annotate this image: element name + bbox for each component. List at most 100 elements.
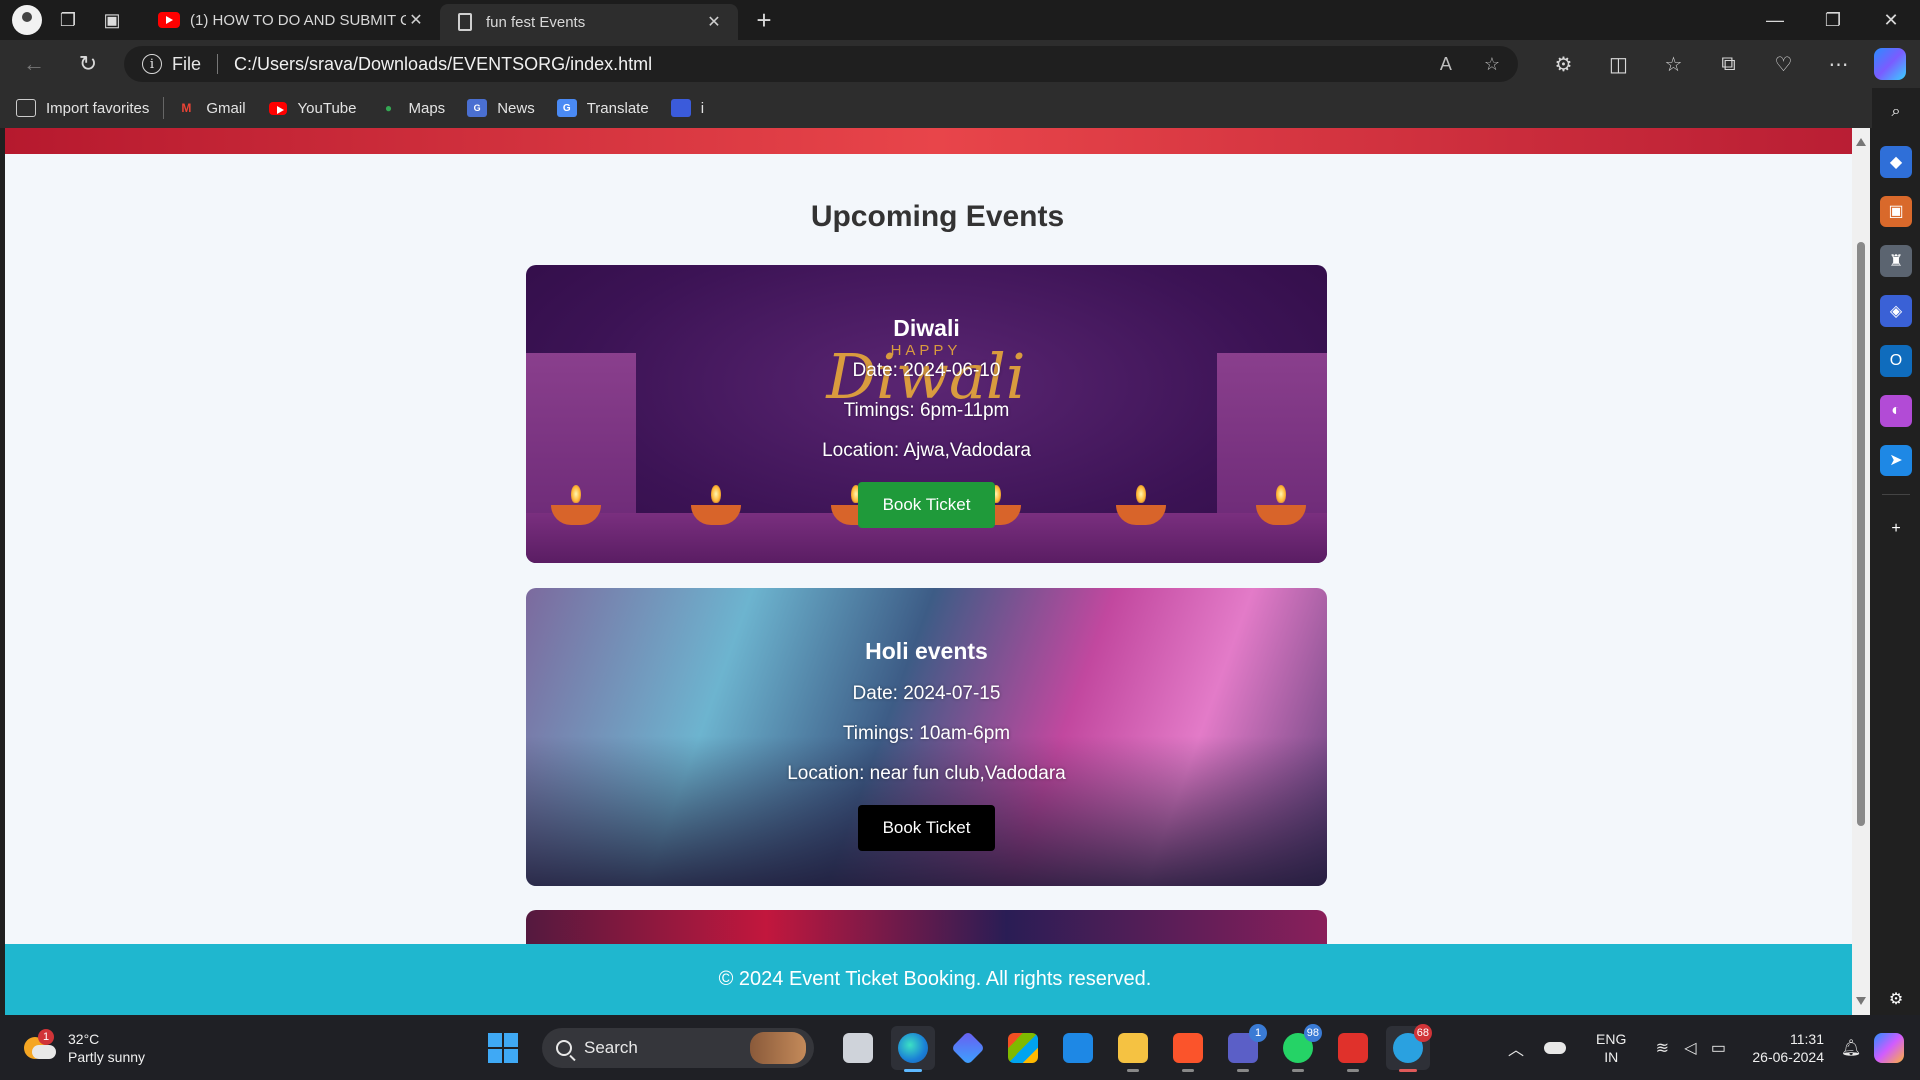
vertical-tabs-icon[interactable]: ▣ [94, 2, 130, 38]
book-ticket-button[interactable]: Book Ticket [858, 482, 995, 528]
restore-icon[interactable]: ❐ [1804, 0, 1862, 40]
scroll-up-arrow-icon[interactable] [1856, 138, 1866, 146]
favorite-translate[interactable]: G Translate [556, 99, 649, 117]
youtube-icon [268, 99, 288, 117]
browser-toolbar: ← ↻ i File C:/Users/srava/Downloads/EVEN… [0, 40, 1920, 88]
book-ticket-button[interactable]: Book Ticket [858, 805, 995, 851]
toolbar-tools: ⚙ ◫ ☆ ⧉ ♡ ⋯ [1536, 44, 1866, 84]
event-details: Diwali Date: 2024-06-10 Timings: 6pm-11p… [526, 265, 1327, 528]
favorite-maps[interactable]: ● Maps [379, 99, 446, 117]
teams-icon[interactable]: 1 [1221, 1023, 1267, 1072]
wifi-icon[interactable]: ≋ [1648, 1038, 1676, 1058]
clock[interactable]: 11:31 26-06-2024 [1752, 1030, 1824, 1066]
weather-widget[interactable]: 1 32°C Partly sunny [22, 1028, 202, 1066]
microsoft-store-icon[interactable] [1001, 1026, 1045, 1070]
event-name: Diwali [893, 315, 960, 341]
wps-office-icon[interactable] [1331, 1026, 1375, 1072]
copilot-taskbar-icon[interactable] [1874, 1032, 1904, 1063]
games-icon[interactable]: ♜ [1880, 245, 1912, 278]
show-hidden-icons-icon[interactable]: ︿ [1502, 1036, 1530, 1060]
weather-badge: 1 [38, 1028, 54, 1045]
region-code: IN [1604, 1048, 1619, 1065]
address-bar[interactable]: i File C:/Users/srava/Downloads/EVENTSOR… [124, 46, 1518, 82]
favorite-label: News [497, 99, 535, 117]
whatsapp-badge: 98 [1303, 1023, 1322, 1042]
favorite-youtube[interactable]: YouTube [268, 99, 357, 117]
tools-briefcase-icon[interactable]: ▣ [1880, 195, 1912, 228]
more-menu-icon[interactable]: ⋯ [1811, 44, 1866, 84]
refresh-icon[interactable]: ↻ [68, 44, 108, 84]
back-icon[interactable]: ← [14, 44, 54, 84]
copilot-app-icon[interactable] [946, 1026, 990, 1070]
favorite-label: YouTube [297, 99, 357, 117]
favorite-gmail[interactable]: M Gmail [176, 99, 245, 117]
page-scrollbar[interactable] [1852, 128, 1870, 1015]
favorite-i[interactable]: i [670, 99, 704, 117]
event-details: Holi events Date: 2024-07-15 Timings: 10… [526, 588, 1327, 851]
sidebar-divider [1882, 494, 1910, 496]
browser-essentials-icon[interactable]: ♡ [1756, 44, 1811, 84]
cube-icon [670, 99, 691, 117]
send-icon[interactable]: ➤ [1880, 444, 1912, 477]
search-icon [556, 1039, 572, 1056]
url-text[interactable]: C:/Users/srava/Downloads/EVENTSORG/index… [234, 54, 1408, 75]
search-placeholder: Search [584, 1037, 638, 1057]
favorites-bar: Import favorites M Gmail YouTube ● Maps … [0, 88, 1880, 128]
close-window-icon[interactable]: ✕ [1862, 0, 1920, 40]
event-card-holi: Holi events Date: 2024-07-15 Timings: 10… [526, 588, 1327, 886]
tab-youtube[interactable]: (1) HOW TO DO AND SUBMIT C ✕ [144, 0, 440, 40]
taskbar-search[interactable]: Search [542, 1027, 814, 1068]
battery-icon[interactable]: ▭ [1704, 1038, 1732, 1058]
favorite-label: Maps [408, 99, 446, 117]
shopping-tag-icon[interactable]: ◆ [1880, 145, 1912, 178]
favorites-icon[interactable]: ☆ [1646, 44, 1701, 84]
site-info-icon[interactable]: i [142, 54, 162, 74]
favorite-import[interactable]: Import favorites [16, 99, 149, 117]
telegram-icon[interactable]: 68 [1386, 1023, 1432, 1072]
teams-badge: 1 [1249, 1023, 1267, 1042]
workspaces-icon[interactable]: ❐ [50, 2, 86, 38]
new-tab-button[interactable]: + [746, 2, 782, 38]
read-aloud-icon[interactable]: A [1440, 54, 1452, 75]
windows-app-icon[interactable] [1056, 1026, 1100, 1070]
page-footer: © 2024 Event Ticket Booking. All rights … [5, 944, 1865, 1015]
extensions-icon[interactable]: ⚙ [1536, 44, 1591, 84]
scroll-down-arrow-icon[interactable] [1856, 997, 1866, 1005]
weather-text: 32°C Partly sunny [68, 1030, 145, 1066]
input-language[interactable]: ENG IN [1596, 1030, 1626, 1066]
document-icon [454, 13, 476, 31]
collections-icon[interactable]: ⧉ [1701, 44, 1756, 84]
sidebar-search-icon[interactable]: ⌕ [1880, 96, 1912, 128]
split-screen-icon[interactable]: ◫ [1591, 44, 1646, 84]
volume-icon[interactable]: ◁ [1676, 1038, 1704, 1058]
windows-start-icon[interactable] [488, 1032, 518, 1063]
address-separator [217, 54, 219, 74]
event-card-diwali: HAPPY Diwali Diwali Date: 2024-06-10 Tim… [526, 265, 1327, 563]
notifications-bell-icon[interactable]: 🔔︎ [1838, 1038, 1864, 1058]
whatsapp-icon[interactable]: 98 [1276, 1023, 1322, 1072]
copilot-icon[interactable] [1874, 48, 1906, 80]
file-explorer-icon[interactable] [1111, 1026, 1155, 1072]
sidebar-settings-icon[interactable]: ⚙ [1880, 983, 1912, 1015]
brave-browser-icon[interactable] [1166, 1026, 1210, 1072]
onedrive-icon[interactable] [1544, 1041, 1567, 1054]
import-icon [16, 99, 36, 117]
edge-browser-icon[interactable] [891, 1025, 935, 1072]
designer-icon[interactable]: ◐ [1880, 394, 1912, 427]
favorite-news[interactable]: G News [467, 99, 535, 117]
add-sidebar-app-icon[interactable]: + [1880, 513, 1912, 545]
minimize-icon[interactable]: — [1746, 0, 1804, 40]
telegram-badge: 68 [1413, 1023, 1432, 1042]
tab-fun-fest-events[interactable]: fun fest Events ✕ [440, 4, 738, 40]
task-view-icon[interactable] [836, 1026, 880, 1070]
close-icon[interactable]: ✕ [704, 12, 724, 32]
close-icon[interactable]: ✕ [406, 10, 426, 30]
copilot-sidebar-icon[interactable]: ◈ [1880, 295, 1912, 327]
favorite-star-icon[interactable]: ☆ [1484, 54, 1500, 75]
scroll-thumb[interactable] [1857, 242, 1865, 826]
outlook-icon[interactable]: O [1880, 344, 1912, 377]
page-title: Upcoming Events [810, 200, 1065, 233]
profile-avatar[interactable] [12, 5, 42, 35]
favorite-label: Translate [586, 99, 649, 117]
favorite-label: Import favorites [46, 99, 150, 117]
